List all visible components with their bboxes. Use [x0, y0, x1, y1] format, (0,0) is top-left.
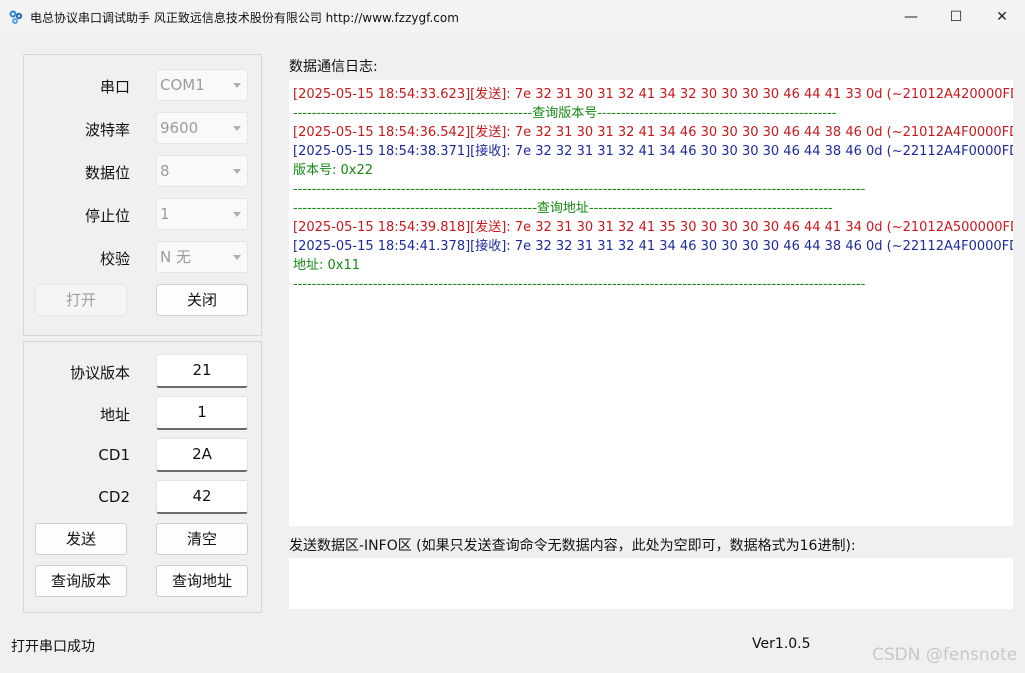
window-title: 电总协议串口调试助手 风正致远信息技术股份有限公司 http://www.fzz… — [30, 11, 459, 25]
log-line: [2025-05-15 18:54:33.623][发送]: 7e 32 31 … — [293, 87, 1013, 102]
baud-select[interactable]: 9600 — [156, 112, 248, 144]
log-line: [2025-05-15 18:54:36.542][发送]: 7e 32 31 … — [293, 125, 1013, 140]
stopbits-value: 1 — [160, 205, 170, 223]
maximize-button[interactable]: ☐ — [933, 0, 979, 33]
databits-select[interactable]: 8 — [156, 155, 248, 187]
status-message: 打开串口成功 — [11, 639, 95, 655]
baud-value: 9600 — [160, 119, 199, 137]
address-input[interactable]: 1 — [156, 396, 248, 430]
log-line: 地址: 0x11 — [293, 258, 361, 273]
log-textarea[interactable]: [2025-05-15 18:54:33.623][发送]: 7e 32 31 … — [289, 80, 1013, 526]
stopbits-label: 停止位 — [84, 207, 130, 225]
maximize-icon: ☐ — [949, 8, 963, 25]
baud-label: 波特率 — [84, 121, 130, 139]
open-port-button[interactable]: 打开 — [35, 284, 127, 316]
databits-value: 8 — [160, 162, 170, 180]
cd1-input[interactable]: 2A — [156, 438, 248, 472]
chevron-down-icon — [233, 169, 241, 174]
gear-cluster-icon — [9, 10, 23, 24]
log-title: 数据通信日志: — [289, 59, 378, 75]
log-line: ----------------------------------------… — [293, 106, 837, 121]
protocol-version-label: 协议版本 — [69, 364, 130, 382]
parity-select[interactable]: N 无 — [156, 241, 248, 273]
log-line: ----------------------------------------… — [293, 182, 866, 197]
protocol-version-input[interactable]: 21 — [156, 354, 248, 388]
minimize-icon: — — [904, 8, 918, 25]
version-label: Ver1.0.5 — [752, 636, 811, 652]
info-title: 发送数据区-INFO区 (如果只发送查询命令无数据内容，此处为空即可，数据格式为… — [289, 538, 856, 554]
databits-label: 数据位 — [84, 164, 130, 182]
close-icon: ✕ — [996, 8, 1008, 25]
chevron-down-icon — [233, 126, 241, 131]
address-label: 地址 — [99, 406, 130, 424]
info-input[interactable] — [289, 558, 1013, 609]
log-line: [2025-05-15 18:54:41.378][接收]: 7e 32 32 … — [293, 239, 1013, 254]
minimize-button[interactable]: — — [888, 0, 934, 33]
port-value: COM1 — [160, 76, 205, 94]
cd2-input[interactable]: 42 — [156, 480, 248, 514]
parity-label: 校验 — [99, 250, 130, 268]
log-line: 版本号: 0x22 — [293, 163, 374, 178]
close-port-button[interactable]: 关闭 — [156, 284, 248, 316]
port-label: 串口 — [99, 78, 130, 96]
cd1-label: CD1 — [98, 446, 130, 464]
stopbits-select[interactable]: 1 — [156, 198, 248, 230]
log-line: [2025-05-15 18:54:38.371][接收]: 7e 32 32 … — [293, 144, 1013, 159]
clear-button[interactable]: 清空 — [156, 523, 248, 555]
watermark: CSDN @fensnote — [872, 645, 1018, 665]
title-bar: 电总协议串口调试助手 风正致远信息技术股份有限公司 http://www.fzz… — [0, 0, 1025, 33]
chevron-down-icon — [233, 212, 241, 217]
send-button[interactable]: 发送 — [35, 523, 127, 555]
parity-value: N 无 — [160, 248, 191, 266]
cd2-label: CD2 — [98, 488, 130, 506]
log-line: ----------------------------------------… — [293, 201, 833, 216]
query-version-button[interactable]: 查询版本 — [35, 565, 127, 597]
log-line: [2025-05-15 18:54:39.818][发送]: 7e 32 31 … — [293, 220, 1013, 235]
port-select[interactable]: COM1 — [156, 69, 248, 101]
chevron-down-icon — [233, 83, 241, 88]
query-address-button[interactable]: 查询地址 — [156, 565, 248, 597]
close-window-button[interactable]: ✕ — [979, 0, 1025, 33]
chevron-down-icon — [233, 255, 241, 260]
log-line: ----------------------------------------… — [293, 277, 866, 292]
